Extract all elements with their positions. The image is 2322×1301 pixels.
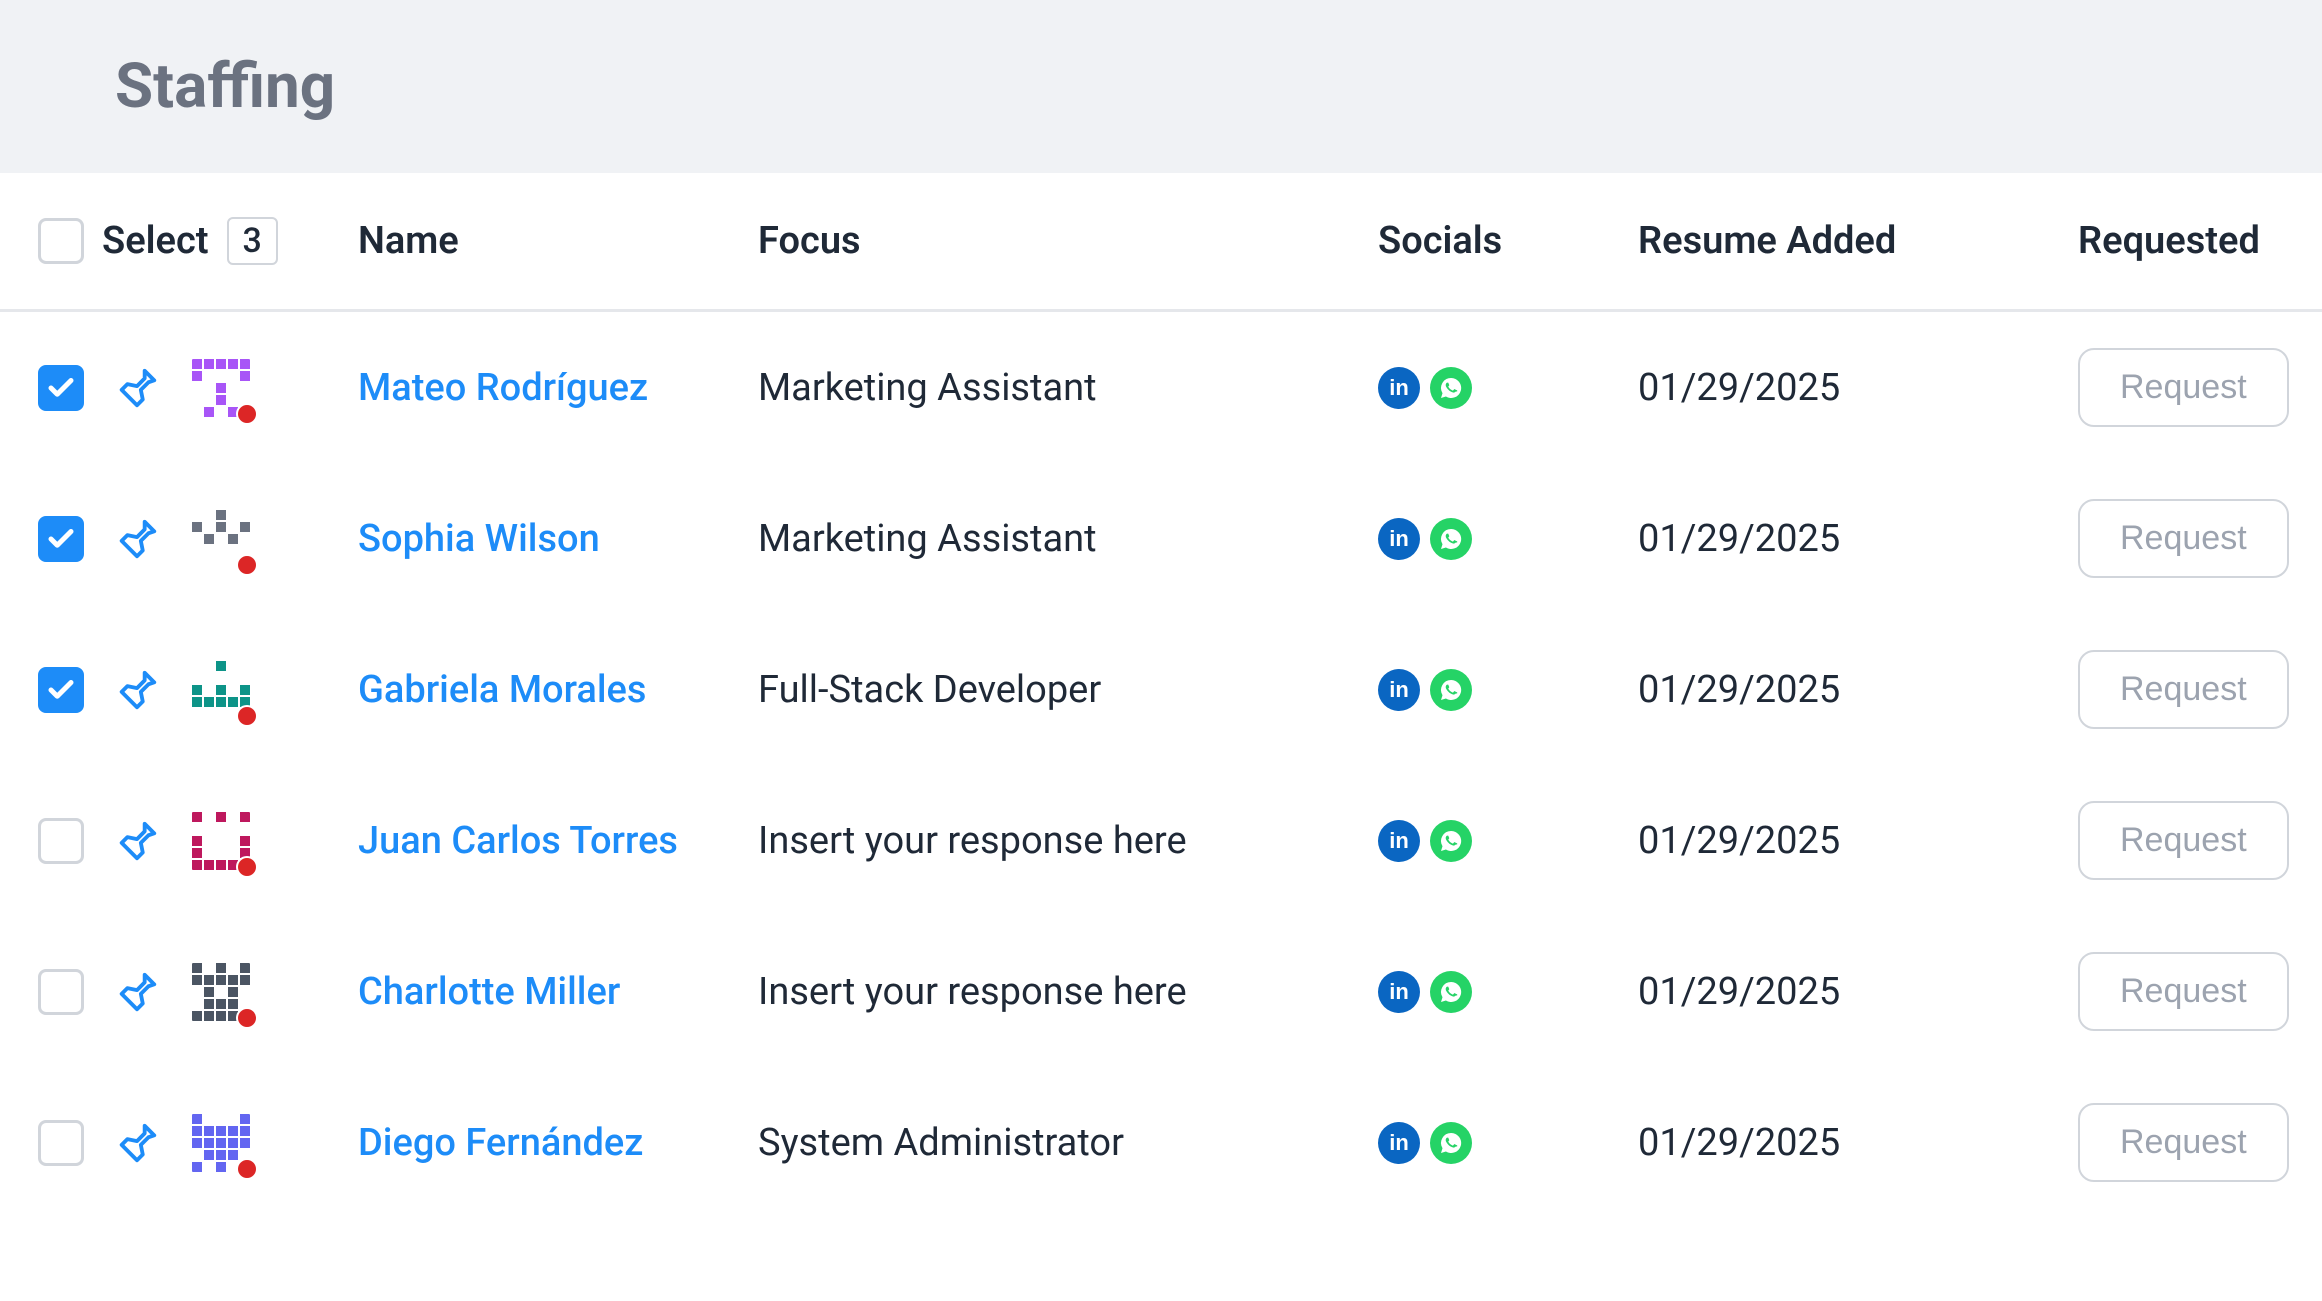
row-checkbox[interactable]	[38, 1120, 84, 1166]
avatar[interactable]	[190, 961, 252, 1023]
col-socials-header: Socials	[1378, 219, 1638, 263]
request-button[interactable]: Request	[2078, 952, 2289, 1031]
pin-icon[interactable]	[114, 1120, 160, 1166]
focus-text: Full-Stack Developer	[758, 668, 1101, 712]
table-row: Diego Fernández System Administrator in 01/…	[0, 1067, 2322, 1218]
person-name-link[interactable]: Gabriela Morales	[358, 668, 646, 712]
col-resume-header: Resume Added	[1638, 219, 2078, 263]
page-header: Staffing	[0, 0, 2322, 173]
person-name-link[interactable]: Charlotte Miller	[358, 970, 620, 1014]
resume-date: 01/29/2025	[1638, 366, 1840, 410]
linkedin-icon[interactable]: in	[1378, 1122, 1420, 1164]
linkedin-icon[interactable]: in	[1378, 669, 1420, 711]
linkedin-icon[interactable]: in	[1378, 971, 1420, 1013]
status-dot-icon	[236, 554, 258, 576]
request-button[interactable]: Request	[2078, 1103, 2289, 1182]
select-all-checkbox[interactable]	[38, 218, 84, 264]
status-dot-icon	[236, 1158, 258, 1180]
focus-text: Marketing Assistant	[758, 517, 1097, 561]
col-name-header: Name	[338, 219, 758, 263]
row-checkbox[interactable]	[38, 969, 84, 1015]
resume-date: 01/29/2025	[1638, 517, 1840, 561]
row-checkbox[interactable]	[38, 365, 84, 411]
table-row: Mateo Rodríguez Marketing Assistant in 01/2…	[0, 312, 2322, 463]
status-dot-icon	[236, 705, 258, 727]
resume-date: 01/29/2025	[1638, 819, 1840, 863]
focus-text: Insert your response here	[758, 970, 1187, 1014]
table-row: Charlotte Miller Insert your response her…	[0, 916, 2322, 1067]
avatar[interactable]	[190, 357, 252, 419]
request-button[interactable]: Request	[2078, 650, 2289, 729]
request-button[interactable]: Request	[2078, 499, 2289, 578]
request-button[interactable]: Request	[2078, 348, 2289, 427]
whatsapp-icon[interactable]	[1430, 518, 1472, 560]
pin-icon[interactable]	[114, 516, 160, 562]
select-label: Select	[102, 219, 209, 263]
page-title: Staffing	[115, 50, 2322, 123]
focus-text: System Administrator	[758, 1121, 1124, 1165]
whatsapp-icon[interactable]	[1430, 367, 1472, 409]
pin-icon[interactable]	[114, 969, 160, 1015]
pin-icon[interactable]	[114, 818, 160, 864]
table-header: Select 3 Name Focus Socials Resume Added…	[0, 173, 2322, 312]
table-row: Sophia Wilson Marketing Assistant in 01/29/…	[0, 463, 2322, 614]
col-select-header: Select 3	[38, 217, 338, 265]
linkedin-icon[interactable]: in	[1378, 367, 1420, 409]
resume-date: 01/29/2025	[1638, 1121, 1840, 1165]
whatsapp-icon[interactable]	[1430, 1122, 1472, 1164]
request-button[interactable]: Request	[2078, 801, 2289, 880]
person-name-link[interactable]: Mateo Rodríguez	[358, 366, 648, 410]
table-row: Juan Carlos Torres Insert your response h…	[0, 765, 2322, 916]
person-name-link[interactable]: Sophia Wilson	[358, 517, 600, 561]
col-requested-header: Requested	[2078, 219, 2322, 263]
avatar[interactable]	[190, 508, 252, 570]
table-row: Gabriela Morales Full-Stack Developer in 01…	[0, 614, 2322, 765]
whatsapp-icon[interactable]	[1430, 669, 1472, 711]
pin-icon[interactable]	[114, 365, 160, 411]
status-dot-icon	[236, 1007, 258, 1029]
avatar[interactable]	[190, 810, 252, 872]
row-checkbox[interactable]	[38, 667, 84, 713]
person-name-link[interactable]: Diego Fernández	[358, 1121, 643, 1165]
status-dot-icon	[236, 856, 258, 878]
whatsapp-icon[interactable]	[1430, 971, 1472, 1013]
whatsapp-icon[interactable]	[1430, 820, 1472, 862]
pin-icon[interactable]	[114, 667, 160, 713]
resume-date: 01/29/2025	[1638, 970, 1840, 1014]
col-focus-header: Focus	[758, 219, 1378, 263]
status-dot-icon	[236, 403, 258, 425]
linkedin-icon[interactable]: in	[1378, 518, 1420, 560]
row-checkbox[interactable]	[38, 516, 84, 562]
staffing-table: Select 3 Name Focus Socials Resume Added…	[0, 173, 2322, 1218]
focus-text: Insert your response here	[758, 819, 1187, 863]
linkedin-icon[interactable]: in	[1378, 820, 1420, 862]
person-name-link[interactable]: Juan Carlos Torres	[358, 819, 678, 863]
avatar[interactable]	[190, 659, 252, 721]
row-checkbox[interactable]	[38, 818, 84, 864]
select-count: 3	[227, 217, 278, 265]
avatar[interactable]	[190, 1112, 252, 1174]
resume-date: 01/29/2025	[1638, 668, 1840, 712]
focus-text: Marketing Assistant	[758, 366, 1097, 410]
